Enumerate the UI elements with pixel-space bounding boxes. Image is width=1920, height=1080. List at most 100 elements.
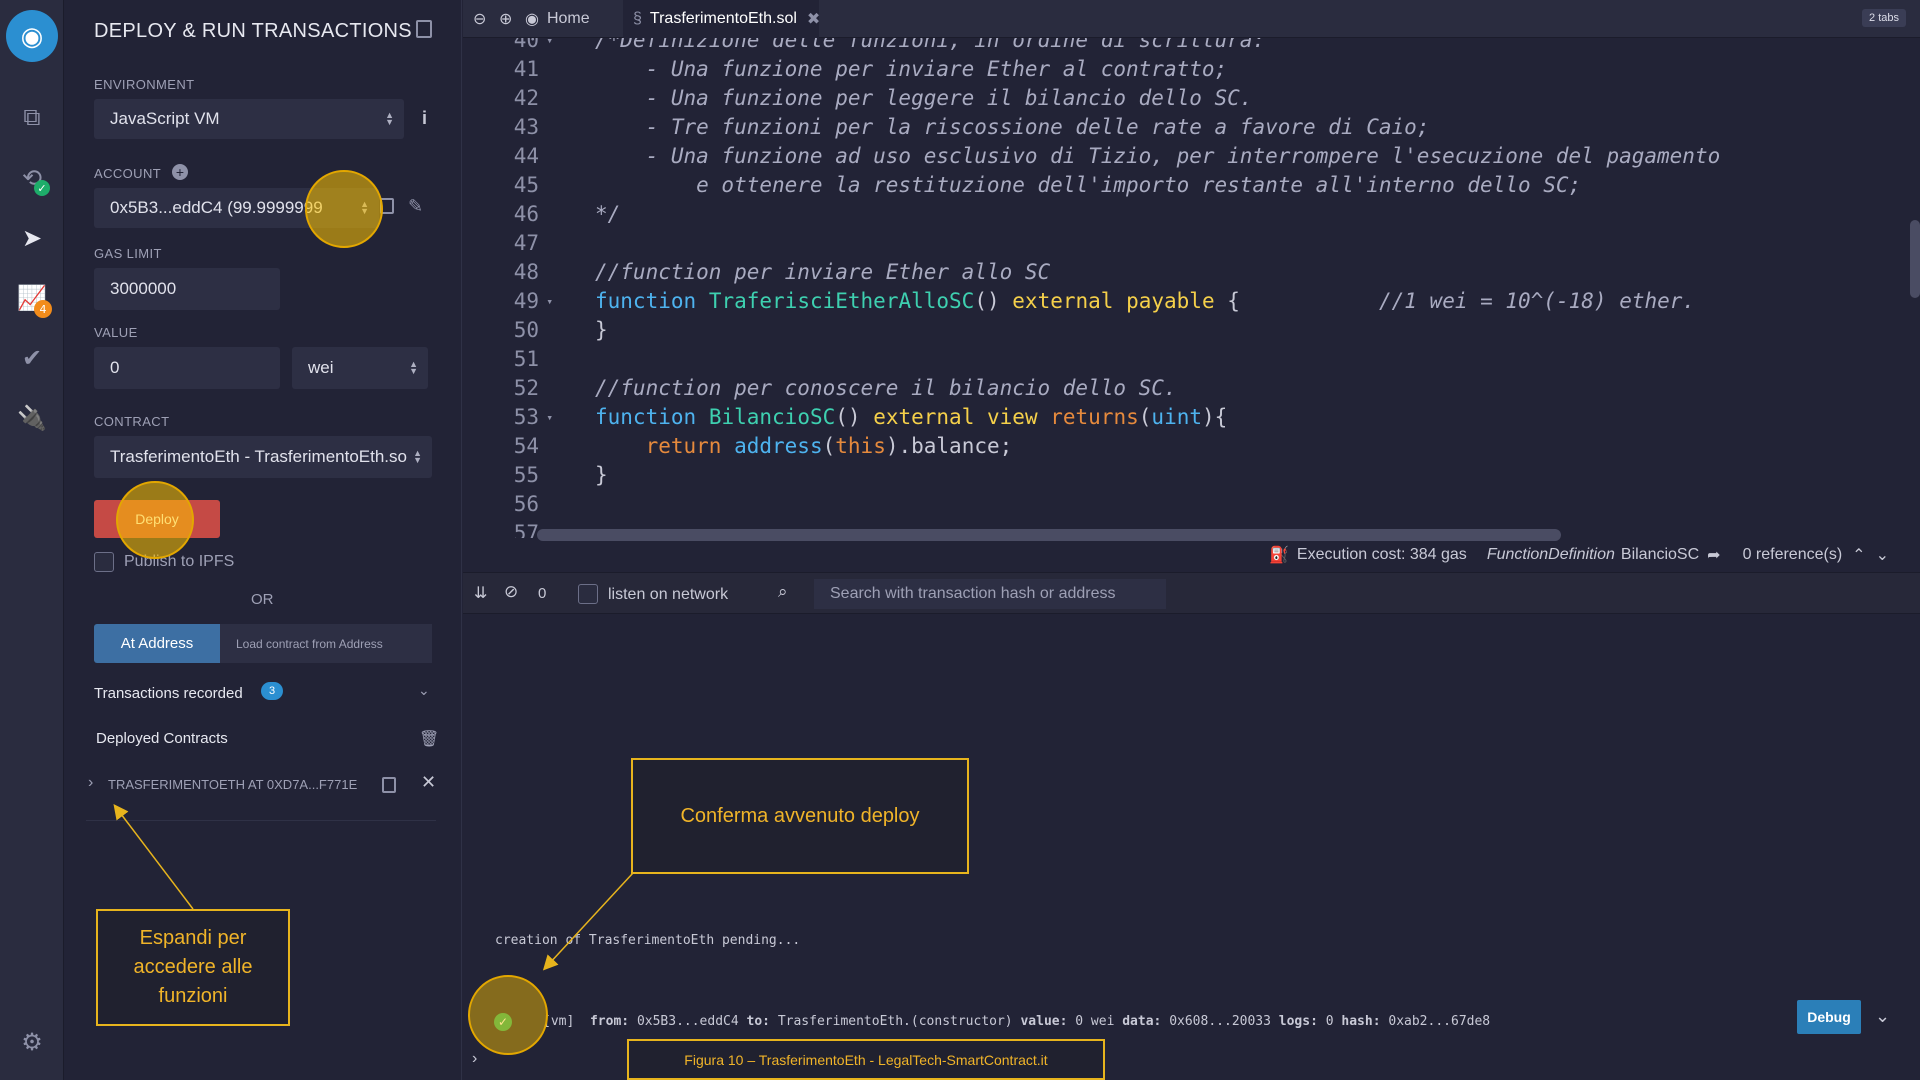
listen-network-checkbox[interactable] (578, 584, 598, 604)
vertical-scrollbar[interactable] (1910, 220, 1920, 298)
zoom-in-icon[interactable]: ⊕ (499, 0, 512, 38)
value-input[interactable]: 0 (94, 347, 280, 389)
brace: { (1214, 289, 1240, 313)
publish-ipfs-checkbox[interactable] (94, 552, 114, 572)
tx-to-label: to: (746, 1014, 770, 1029)
environment-value: JavaScript VM (110, 109, 220, 128)
plugin-icon[interactable]: 🔌 (12, 398, 52, 438)
fold-icon[interactable]: ▾ (546, 403, 553, 432)
gas-icon: ⛽ (1269, 547, 1289, 564)
expand-callout: Espandi per accedere alle funzioni (96, 909, 290, 1026)
chevron-down-icon[interactable]: ⌄ (1876, 545, 1889, 565)
gas-limit-label: GAS LIMIT (94, 246, 162, 261)
execution-cost: Execution cost: 384 gas (1296, 546, 1467, 563)
info-icon[interactable]: i (422, 108, 427, 129)
fold-icon[interactable]: ▾ (546, 287, 553, 316)
chevron-up-icon[interactable]: ⌃ (1852, 545, 1865, 565)
tx-hash: 0xab2...67de8 (1388, 1014, 1491, 1029)
type: uint (1151, 405, 1202, 429)
line-number: 48 (513, 260, 539, 284)
code-lines: /*Definizione delle funzioni, in ordine … (595, 38, 1720, 538)
chevron-down-icon[interactable]: ⌄ (1875, 1006, 1890, 1027)
load-address-input[interactable]: Load contract from Address (220, 624, 432, 663)
line-numbers: 40▾ 41 42 43 44 45 46 47 48 49▾50 51 52 53▾54 55 56 57▾ (463, 38, 553, 538)
code-line: return address(this).balance; (595, 432, 1720, 461)
contract-select[interactable]: TrasferimentoEth - TrasferimentoEth.sol … (94, 436, 432, 478)
transactions-recorded-label[interactable]: Transactions recorded (94, 685, 243, 702)
code-line: function BilancioSC() external view retu… (595, 403, 1720, 432)
contract-label: CONTRACT (94, 414, 170, 429)
gas-limit-input[interactable]: 3000000 (94, 268, 280, 310)
tab-bar: ⊖ ⊕ ◉ Home § TrasferimentoEth.sol ✖ 2 tabs (463, 0, 1920, 38)
value-label: VALUE (94, 325, 138, 340)
tx-data-label: data: (1122, 1014, 1162, 1029)
terminal-search-input[interactable]: Search with transaction hash or address (814, 579, 1166, 609)
trash-icon[interactable]: 🗑 (419, 729, 439, 749)
tx-from: 0x5B3...eddC4 (636, 1014, 739, 1029)
settings-icon[interactable]: ⚙ (12, 1022, 52, 1062)
paren: ){ (1202, 405, 1228, 429)
chevron-right-icon[interactable]: › (88, 774, 93, 792)
keyword: this (835, 434, 886, 458)
tabs-count-dropdown[interactable]: 2 tabs (1862, 9, 1906, 27)
edit-account-icon[interactable]: ✎ (408, 196, 423, 217)
collapse-terminal-icon[interactable]: ⇊ (474, 583, 487, 603)
home-icon: ◉ (525, 11, 539, 28)
fold-icon[interactable]: ▾ (546, 38, 553, 55)
figure-caption: Figura 10 – TrasferimentoEth - LegalTech… (627, 1039, 1105, 1080)
tx-from-label: from: (589, 1014, 630, 1029)
horizontal-scrollbar[interactable] (537, 529, 1561, 541)
code-line: - Una funzione per leggere il bilancio d… (595, 86, 1253, 110)
line-number: 42 (513, 86, 539, 110)
deployed-contracts-label: Deployed Contracts (96, 730, 228, 747)
code-line: - Una funzione per inviare Ether al cont… (595, 57, 1228, 81)
tx-logs: 0 (1325, 1014, 1334, 1029)
environment-select[interactable]: JavaScript VM ▲ ▼ (94, 99, 404, 139)
line-number: 45 (513, 173, 539, 197)
at-address-button[interactable]: At Address (94, 624, 220, 663)
line-number: 40 ▾ (463, 38, 553, 55)
line-number: 55 (513, 463, 539, 487)
chevron-down-icon[interactable]: ⌄ (418, 682, 430, 699)
line-number: 56 (513, 492, 539, 516)
copy-address-icon[interactable] (382, 777, 396, 793)
paren: ( (822, 434, 836, 458)
clear-console-icon[interactable]: ⊘ (504, 582, 518, 602)
success-badge-icon: ✓ (34, 180, 50, 196)
analysis-icon[interactable]: 📈 4 (12, 278, 52, 318)
tx-value-label: value: (1020, 1014, 1068, 1029)
line-number: 49 ▾ (463, 287, 553, 316)
code-editor[interactable]: 40▾ 41 42 43 44 45 46 47 48 49▾50 51 52 53▾54 55 56 57▾… (463, 38, 1920, 538)
deploy-icon[interactable]: ➤ (12, 218, 52, 258)
references-count: 0 reference(s) (1742, 546, 1843, 563)
test-icon[interactable]: ✔ (12, 338, 52, 378)
confirm-callout: Conferma avvenuto deploy (631, 758, 969, 874)
tab-home-label: Home (546, 10, 590, 27)
select-arrows-icon: ▲▼ (409, 359, 418, 376)
add-account-icon[interactable]: + (172, 164, 188, 180)
remix-logo-icon[interactable]: ◉ (6, 10, 58, 62)
code-line: */ (595, 202, 621, 226)
goto-definition-icon[interactable]: ➦ (1707, 545, 1720, 565)
close-icon[interactable]: ✕ (421, 772, 436, 793)
compiler-icon[interactable]: ⟲ ✓ (12, 158, 52, 198)
value-unit-select[interactable]: wei ▲ ▼ (292, 347, 428, 389)
analysis-badge: 4 (34, 300, 52, 318)
zoom-out-icon[interactable]: ⊖ (473, 0, 486, 38)
close-tab-icon[interactable]: ✖ (807, 9, 820, 29)
debug-button[interactable]: Debug (1797, 1000, 1861, 1034)
tx-log-line[interactable]: [vm] from: 0x5B3...eddC4 to: Trasferimen… (543, 1014, 1490, 1029)
or-label: OR (251, 591, 274, 608)
tab-file[interactable]: § TrasferimentoEth.sol ✖ (623, 0, 820, 38)
deployed-instance-label[interactable]: TRASFERIMENTOETH AT 0XD7A...F771E (108, 777, 357, 792)
code-line: //function per inviare Ether allo SC (595, 260, 1051, 284)
docs-icon[interactable] (416, 20, 432, 38)
tab-home[interactable]: ◉ Home (525, 0, 590, 38)
pending-message: creation of TrasferimentoEth pending... (495, 933, 801, 948)
icon-rail: ◉ ⧉ ⟲ ✓ ➤ 📈 4 ✔ 🔌 ⚙ (0, 0, 64, 1080)
file-explorer-icon[interactable]: ⧉ (12, 98, 52, 138)
